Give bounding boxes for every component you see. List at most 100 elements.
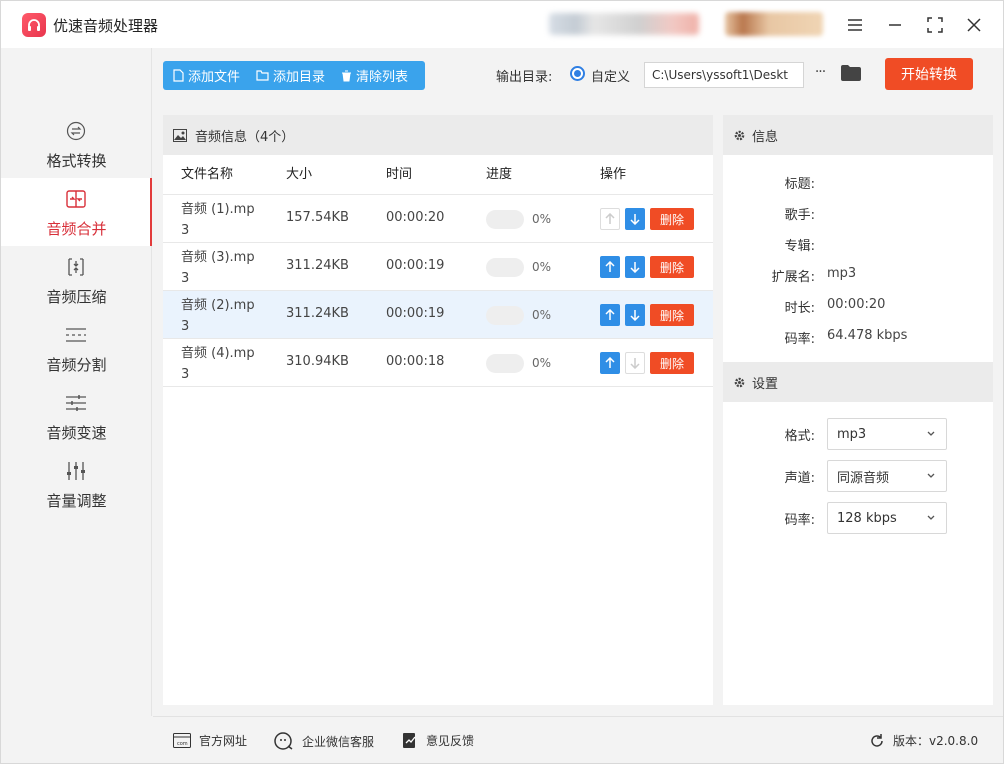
info-key-album: 专辑:: [784, 239, 815, 254]
arrow-up-icon: [605, 261, 615, 272]
col-progress: 进度: [486, 167, 513, 182]
wechat-support-link[interactable]: 企业微信客服: [274, 732, 374, 750]
sidebar-item-compress[interactable]: 音频压缩: [1, 246, 152, 314]
audio-list-title: 音频信息（4个）: [195, 129, 295, 145]
app-title: 优速音频处理器: [53, 17, 159, 35]
file-time-cell: 00:00:19: [386, 306, 445, 321]
menu-icon[interactable]: [841, 11, 869, 39]
info-header: 信息: [723, 115, 993, 155]
delete-button[interactable]: 删除: [650, 352, 694, 374]
progress-text: 0%: [532, 308, 552, 322]
more-options-button[interactable]: ···: [811, 64, 829, 84]
info-value-duration: 00:00:20: [827, 297, 886, 312]
progress-bar: [486, 306, 524, 325]
table-row[interactable]: 音频 (3).mp3 311.24KB 00:00:19 0% 删除: [163, 243, 713, 291]
custom-radio[interactable]: [570, 66, 585, 81]
sidebar-item-merge[interactable]: 音频合并: [1, 178, 152, 246]
format-value: mp3: [837, 426, 867, 442]
progress-text: 0%: [532, 356, 552, 370]
sidebar-item-speed[interactable]: 音频变速: [1, 382, 152, 450]
title-bar: 优速音频处理器: [1, 1, 1003, 48]
sidebar-item-format-convert[interactable]: 格式转换: [1, 110, 152, 178]
move-up-button[interactable]: [600, 352, 620, 374]
progress-bar: [486, 258, 524, 277]
move-down-button[interactable]: [625, 304, 645, 326]
col-actions: 操作: [600, 167, 627, 182]
arrow-down-icon: [630, 310, 640, 321]
file-time-cell: 00:00:19: [386, 258, 445, 273]
feedback-link[interactable]: 意见反馈: [402, 732, 474, 749]
move-up-button[interactable]: [600, 256, 620, 278]
version-info[interactable]: 版本：v2.0.8.0: [869, 732, 978, 749]
table-row[interactable]: 音频 (2).mp3 311.24KB 00:00:19 0% 删除: [163, 291, 713, 339]
website-link[interactable]: com 官方网址: [173, 732, 247, 749]
file-size-cell: 311.24KB: [286, 258, 349, 273]
chevron-down-icon: [927, 473, 935, 478]
close-icon[interactable]: [960, 11, 988, 39]
custom-radio-label[interactable]: 自定义: [591, 66, 630, 85]
arrow-down-icon: [630, 358, 640, 369]
delete-button[interactable]: 删除: [650, 256, 694, 278]
file-time-cell: 00:00:20: [386, 210, 445, 225]
move-down-button[interactable]: [625, 352, 645, 374]
move-down-button[interactable]: [625, 208, 645, 230]
sidebar-item-label: 音频合并: [46, 220, 107, 238]
clear-list-button[interactable]: 清除列表: [341, 66, 408, 85]
sidebar-item-label: 格式转换: [46, 152, 107, 170]
sidebar-item-volume[interactable]: 音量调整: [1, 450, 152, 518]
file-toolbar: 添加文件 添加目录 清除列表: [163, 61, 425, 90]
open-folder-icon[interactable]: [840, 64, 862, 82]
progress-text: 0%: [532, 212, 552, 226]
arrow-up-icon: [605, 309, 615, 320]
settings-title: 设置: [752, 376, 779, 392]
file-name-cell: 音频 (3).mp3: [181, 250, 255, 286]
output-path-input[interactable]: [644, 62, 804, 88]
info-key-artist: 歌手:: [784, 208, 815, 223]
speed-icon: [63, 392, 89, 414]
file-size-cell: 310.94KB: [286, 354, 349, 369]
move-up-button[interactable]: [600, 208, 620, 230]
image-icon: [173, 128, 187, 142]
move-up-button[interactable]: [600, 304, 620, 326]
svg-text:com: com: [177, 741, 188, 747]
progress-bar: [486, 210, 524, 229]
move-down-button[interactable]: [625, 256, 645, 278]
file-size-cell: 157.54KB: [286, 210, 349, 225]
sidebar-item-split[interactable]: 音频分割: [1, 314, 152, 382]
info-key-title: 标题:: [784, 177, 815, 192]
file-name-cell: 音频 (2).mp3: [181, 298, 255, 334]
format-label: 格式:: [784, 429, 815, 444]
info-value-extension: mp3: [827, 266, 857, 281]
info-title: 信息: [752, 129, 779, 145]
file-name-cell: 音频 (1).mp3: [181, 202, 255, 238]
col-size: 大小: [286, 167, 313, 182]
app-window: 优速音频处理器 格式转换 音频合并 音频压缩 音频分割 音频变速 音量调整 添加…: [0, 0, 1004, 764]
clear-list-label: 清除列表: [356, 70, 409, 85]
bitrate-select[interactable]: 128 kbps: [827, 502, 947, 534]
add-dir-button[interactable]: 添加目录: [256, 66, 325, 85]
table-row[interactable]: 音频 (1).mp3 157.54KB 00:00:20 0% 删除: [163, 195, 713, 243]
add-file-button[interactable]: 添加文件: [173, 66, 240, 85]
start-convert-button[interactable]: 开始转换: [885, 58, 973, 90]
settings-header: 设置: [723, 362, 993, 402]
audio-list-panel: 音频信息（4个） 文件名称 大小 时间 进度 操作 音频 (1).mp3 157.…: [163, 115, 713, 705]
maximize-icon[interactable]: [921, 11, 949, 39]
format-select[interactable]: mp3: [827, 418, 947, 450]
refresh-icon: [871, 733, 883, 747]
delete-button[interactable]: 删除: [650, 304, 694, 326]
add-dir-label: 添加目录: [273, 70, 326, 85]
progress-text: 0%: [532, 260, 552, 274]
delete-button[interactable]: 删除: [650, 208, 694, 230]
user-avatar-blurred[interactable]: [725, 12, 823, 36]
minimize-icon[interactable]: [881, 11, 909, 39]
file-size-cell: 311.24KB: [286, 306, 349, 321]
info-panel: 信息 标题: 歌手: 专辑: 扩展名: mp3 时长: 00:00:20 码率:…: [723, 115, 993, 705]
user-account-blurred[interactable]: [549, 13, 699, 35]
table-row[interactable]: 音频 (4).mp3 310.94KB 00:00:18 0% 删除: [163, 339, 713, 387]
channel-select[interactable]: 同源音频: [827, 460, 947, 492]
volume-icon: [63, 460, 89, 482]
sidebar: 格式转换 音频合并 音频压缩 音频分割 音频变速 音量调整: [1, 48, 152, 716]
sidebar-item-label: 音频分割: [46, 356, 107, 374]
arrow-up-icon: [605, 213, 615, 224]
chevron-down-icon: [927, 431, 935, 436]
